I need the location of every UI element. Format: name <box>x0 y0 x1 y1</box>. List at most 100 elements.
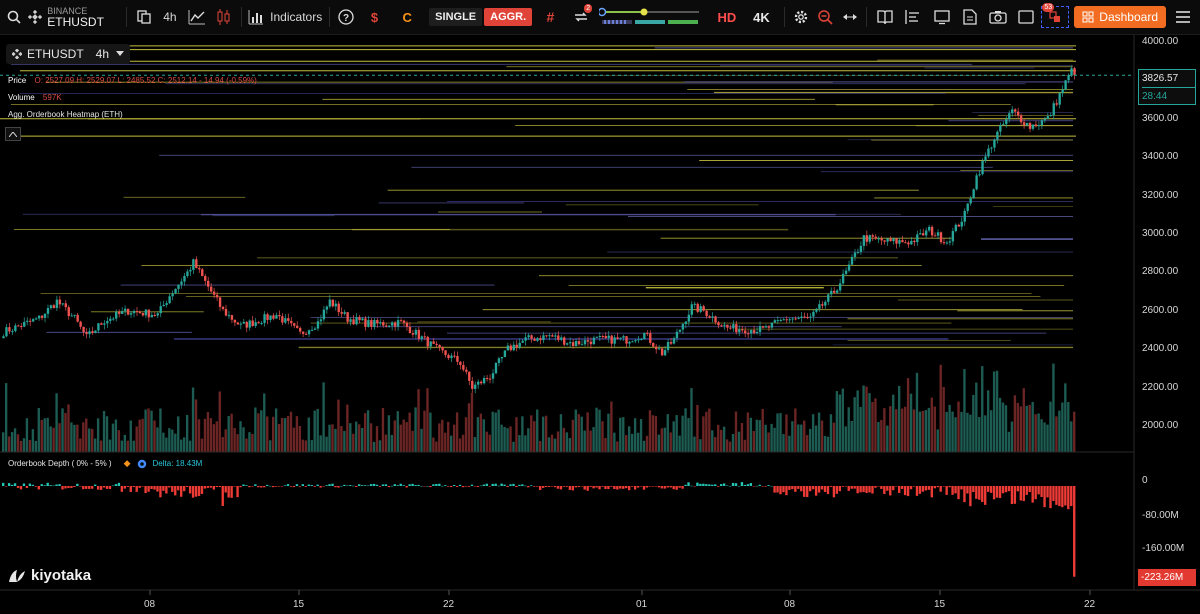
candle-body <box>924 230 928 236</box>
candle-body <box>162 304 165 307</box>
volume-bar <box>933 406 936 452</box>
4k-toggle-button[interactable]: 4K <box>743 0 779 37</box>
chart-area[interactable]: ETHUSDT 4h Price O: 2527.09 H: 2529.07 L… <box>0 35 1200 614</box>
volume-bar <box>316 408 319 452</box>
binance-logo-icon <box>28 10 43 24</box>
depth-bar <box>915 486 919 496</box>
candlestick-type-icon[interactable] <box>210 0 236 34</box>
volume-bar <box>714 437 717 452</box>
monitor-icon[interactable] <box>927 0 955 34</box>
auto-fit-icon[interactable] <box>838 0 862 34</box>
time-tick-label: 08 <box>784 599 796 610</box>
candle-body <box>1005 119 1008 125</box>
volume-bar <box>224 429 227 452</box>
volume-bar <box>292 427 296 452</box>
candle-body <box>43 313 47 318</box>
volume-bar <box>79 438 82 452</box>
aggr-mode-button[interactable]: AGGR. <box>484 8 533 26</box>
collapse-legend-button[interactable] <box>5 127 21 141</box>
search-icon[interactable] <box>0 0 28 34</box>
candle-body <box>221 306 225 310</box>
hd-toggle-button[interactable]: HD <box>711 0 744 37</box>
depth-bar <box>687 482 690 486</box>
volume-bar <box>779 413 782 452</box>
compare-symbol-icon[interactable] <box>131 0 155 34</box>
last-price-value: 3826.57 <box>1142 73 1179 84</box>
heatmap-range-slider[interactable] <box>593 0 701 34</box>
symbol-selector[interactable]: BINANCE ETHUSDT <box>28 0 122 34</box>
camera-icon[interactable] <box>984 0 1012 34</box>
volume-bar <box>880 419 883 452</box>
depth-bar <box>13 483 17 486</box>
depth-title: Orderbook Depth ( 0% - 5% ) <box>8 459 112 468</box>
volume-bar <box>227 416 230 452</box>
depth-bar <box>533 486 536 487</box>
volume-bar <box>482 419 486 452</box>
candle-body <box>785 319 788 321</box>
candle-body <box>31 319 35 322</box>
volume-bar <box>464 417 468 452</box>
depth-bar <box>191 486 195 498</box>
indicators-button[interactable]: Indicators <box>246 0 325 34</box>
depth-bar <box>761 486 764 487</box>
volume-bar <box>693 436 696 452</box>
volume-bar <box>797 424 800 452</box>
candle-body <box>568 342 572 344</box>
delta-settings-icon[interactable] <box>137 459 147 469</box>
document-icon[interactable] <box>956 0 984 34</box>
depth-bar <box>245 485 248 486</box>
layouts-button[interactable]: 53 <box>1040 0 1070 34</box>
candle-body <box>871 235 874 237</box>
candle-body <box>171 293 174 297</box>
volume-bar <box>942 387 945 452</box>
volume-bar <box>171 429 174 452</box>
candle-body <box>426 336 429 347</box>
dollar-toggle-button[interactable]: $ <box>358 0 391 37</box>
book-icon[interactable] <box>871 0 899 34</box>
candle-body <box>812 311 815 317</box>
help-icon[interactable]: ? <box>334 0 358 34</box>
candle-body <box>8 327 11 332</box>
line-chart-icon[interactable] <box>184 0 210 34</box>
dashboard-button[interactable]: Dashboard <box>1074 6 1166 28</box>
volume-bar <box>592 427 595 452</box>
interval-selector[interactable]: 4h <box>156 0 184 34</box>
volume-bar <box>1001 402 1005 452</box>
depth-bar <box>856 486 859 494</box>
refresh-button[interactable]: 2 <box>569 0 593 34</box>
hamburger-menu-icon[interactable] <box>1166 0 1200 34</box>
time-tick-label: 08 <box>144 599 156 610</box>
candle-body <box>735 324 738 333</box>
candle-body <box>824 301 827 306</box>
candle-body <box>868 235 871 242</box>
depth-bar <box>473 486 477 487</box>
volume-bar <box>681 415 684 452</box>
layouts-icon <box>1049 11 1061 22</box>
c-toggle-button[interactable]: C <box>391 0 424 37</box>
legend-symbol-tag[interactable]: ETHUSDT 4h <box>6 44 131 64</box>
align-chart-icon[interactable] <box>899 0 927 34</box>
volume-bar <box>657 434 661 452</box>
candle-body <box>435 343 438 345</box>
volume-bar <box>918 411 922 452</box>
chart-canvas[interactable] <box>0 35 1200 614</box>
volume-bar <box>1034 414 1037 452</box>
candle-body <box>37 315 41 319</box>
fullscreen-icon[interactable] <box>1012 0 1040 34</box>
volume-bar <box>105 416 109 452</box>
depth-bar <box>461 486 465 488</box>
volume-bar <box>307 417 310 452</box>
volume-bar <box>539 441 542 452</box>
heatmap-grid-button[interactable]: # <box>532 0 568 37</box>
candle-body <box>290 320 293 324</box>
candle-body <box>364 318 367 327</box>
candle-body <box>254 322 257 326</box>
gear-icon[interactable] <box>789 0 813 34</box>
volume-bar <box>441 419 444 452</box>
single-mode-button[interactable]: SINGLE <box>429 8 483 26</box>
depth-bar <box>129 486 132 492</box>
depth-bar <box>571 486 575 491</box>
volume-bar <box>702 416 705 452</box>
volume-bar <box>895 409 898 452</box>
zoom-out-icon[interactable] <box>813 0 837 34</box>
